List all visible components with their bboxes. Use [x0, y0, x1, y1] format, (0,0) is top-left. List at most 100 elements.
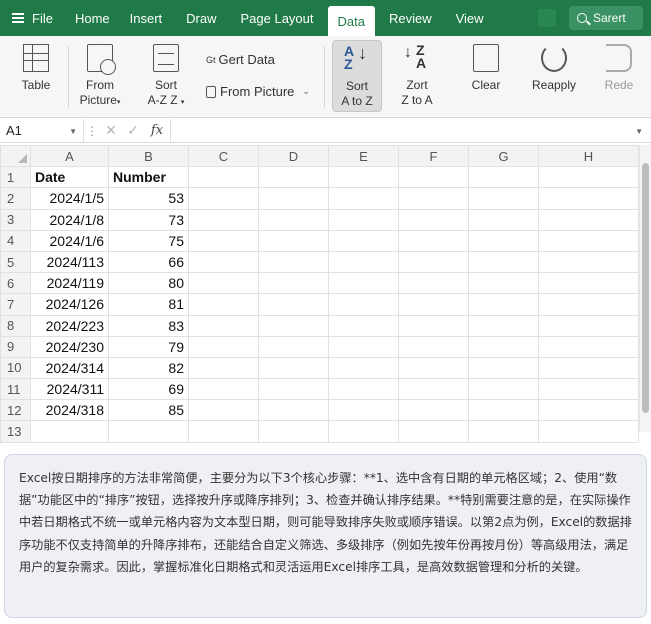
- number-cell[interactable]: 66: [108, 250, 189, 274]
- cell[interactable]: [398, 229, 469, 252]
- cell[interactable]: [398, 378, 469, 401]
- row-header[interactable]: 6: [0, 272, 31, 295]
- cell[interactable]: [538, 356, 639, 380]
- cell[interactable]: [468, 356, 539, 380]
- number-cell[interactable]: 69: [108, 378, 189, 401]
- cell[interactable]: [188, 208, 259, 231]
- row-header[interactable]: 7: [0, 293, 31, 316]
- cell[interactable]: [328, 356, 399, 380]
- cell[interactable]: [538, 293, 639, 316]
- cell-b1[interactable]: Number: [108, 166, 189, 189]
- row-header[interactable]: 1: [0, 166, 31, 189]
- sort-a-z-button[interactable]: Sort A-Z Z ▾: [138, 40, 194, 112]
- row-header[interactable]: 13: [0, 420, 31, 443]
- cell[interactable]: [188, 314, 259, 337]
- number-cell[interactable]: 53: [108, 187, 189, 210]
- cell[interactable]: [258, 166, 329, 189]
- number-cell[interactable]: 81: [108, 293, 189, 316]
- cell[interactable]: [188, 335, 259, 358]
- cell[interactable]: [468, 420, 539, 443]
- from-picture-button[interactable]: From Picture▾: [74, 40, 126, 112]
- cell[interactable]: [398, 208, 469, 231]
- clear-button[interactable]: Clear: [460, 40, 512, 112]
- tab-home[interactable]: Home: [63, 0, 120, 36]
- cell[interactable]: [468, 293, 539, 316]
- row-header[interactable]: 5: [0, 250, 31, 274]
- cell[interactable]: [258, 229, 329, 252]
- row-header[interactable]: 10: [0, 356, 31, 380]
- cell[interactable]: [258, 399, 329, 422]
- get-data-button[interactable]: Gt Gert Data: [206, 52, 275, 67]
- cell[interactable]: [398, 420, 469, 443]
- date-cell[interactable]: 2024/119: [30, 272, 109, 295]
- cell[interactable]: [328, 293, 399, 316]
- name-box[interactable]: A1 ▼: [0, 118, 84, 143]
- from-picture-small-button[interactable]: From Picture ⌄: [206, 84, 310, 99]
- cell[interactable]: [538, 335, 639, 358]
- cell[interactable]: [398, 356, 469, 380]
- tab-page-layout[interactable]: Page Layout: [227, 0, 324, 36]
- cell[interactable]: [328, 420, 399, 443]
- cell[interactable]: [328, 187, 399, 210]
- date-cell[interactable]: 2024/314: [30, 356, 109, 380]
- column-header-f[interactable]: F: [398, 144, 469, 168]
- row-header[interactable]: 11: [0, 378, 31, 401]
- column-header-h[interactable]: H: [538, 144, 639, 168]
- row-header[interactable]: 3: [0, 208, 31, 231]
- sort-z-to-a-button[interactable]: ↓ Z A Zort Z to A: [392, 40, 442, 112]
- cell[interactable]: [328, 399, 399, 422]
- column-header-b[interactable]: B: [108, 144, 189, 168]
- cell[interactable]: [538, 314, 639, 337]
- date-cell[interactable]: 2024/230: [30, 335, 109, 358]
- cell[interactable]: [258, 356, 329, 380]
- formula-input[interactable]: [170, 118, 651, 143]
- cell[interactable]: [258, 208, 329, 231]
- number-cell[interactable]: 79: [108, 335, 189, 358]
- cell[interactable]: [398, 272, 469, 295]
- cell[interactable]: [328, 208, 399, 231]
- cell[interactable]: [328, 378, 399, 401]
- tab-view[interactable]: View: [442, 0, 494, 36]
- cell[interactable]: [398, 166, 469, 189]
- cell[interactable]: [188, 229, 259, 252]
- date-cell[interactable]: [30, 420, 109, 443]
- number-cell[interactable]: 80: [108, 272, 189, 295]
- cell[interactable]: [188, 166, 259, 189]
- confirm-icon[interactable]: ✓: [122, 122, 144, 139]
- cell[interactable]: [468, 272, 539, 295]
- cell[interactable]: [328, 335, 399, 358]
- number-cell[interactable]: 82: [108, 356, 189, 380]
- row-header[interactable]: 4: [0, 229, 31, 252]
- date-cell[interactable]: 2024/1/5: [30, 187, 109, 210]
- cell[interactable]: [468, 399, 539, 422]
- date-cell[interactable]: 2024/113: [30, 250, 109, 274]
- column-header-c[interactable]: C: [188, 144, 259, 168]
- column-header-d[interactable]: D: [258, 144, 329, 168]
- cell[interactable]: [188, 378, 259, 401]
- cell[interactable]: [398, 250, 469, 274]
- cell[interactable]: [468, 187, 539, 210]
- select-all-button[interactable]: [0, 144, 31, 168]
- cell[interactable]: [468, 314, 539, 337]
- cell[interactable]: [258, 187, 329, 210]
- column-header-a[interactable]: A: [30, 144, 109, 168]
- cell[interactable]: [398, 187, 469, 210]
- column-header-e[interactable]: E: [328, 144, 399, 168]
- tab-draw[interactable]: Draw: [172, 0, 226, 36]
- cell[interactable]: [398, 314, 469, 337]
- date-cell[interactable]: 2024/1/8: [30, 208, 109, 231]
- table-button[interactable]: Table: [10, 40, 62, 112]
- search-box[interactable]: Sarert: [569, 6, 643, 30]
- cell-a1[interactable]: Date: [30, 166, 109, 189]
- row-header[interactable]: 9: [0, 335, 31, 358]
- number-cell[interactable]: 73: [108, 208, 189, 231]
- cell[interactable]: [468, 229, 539, 252]
- cell[interactable]: [258, 250, 329, 274]
- date-cell[interactable]: 2024/223: [30, 314, 109, 337]
- tab-insert[interactable]: Insert: [120, 0, 173, 36]
- cell[interactable]: [468, 166, 539, 189]
- row-header[interactable]: 2: [0, 187, 31, 210]
- cell[interactable]: [538, 166, 639, 189]
- cell[interactable]: [258, 335, 329, 358]
- cancel-icon[interactable]: ✕: [100, 122, 122, 139]
